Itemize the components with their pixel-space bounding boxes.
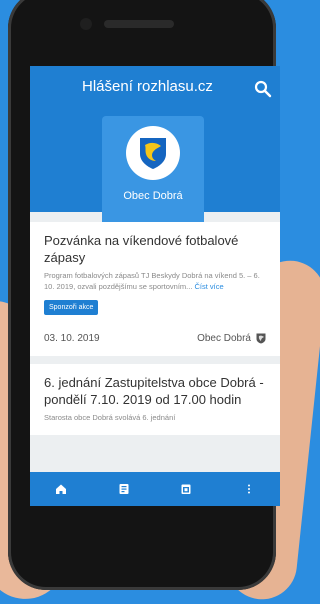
card-source: Obec Dobrá [197,333,266,344]
top-app-bar: Hlášení rozhlasu.cz [30,66,280,112]
list-icon[interactable] [117,482,131,496]
bottom-navigation [30,472,280,506]
app-title: Hlášení rozhlasu.cz [82,78,213,95]
card-title: Pozvánka na víkendové fotbalové zápasy [44,233,239,265]
front-camera [80,18,92,30]
calendar-icon[interactable] [179,482,193,496]
card-date: 03. 10. 2019 [44,333,100,344]
shield-icon [256,333,266,344]
card-excerpt-text: Starosta obce Dobrá svolává 6. jednání [44,413,176,422]
card-excerpt: Program fotbalových zápasů TJ Beskydy Do… [44,270,266,292]
municipality-logo-card[interactable]: Obec Dobrá [102,116,204,226]
municipality-hero: Obec Dobrá [30,112,280,226]
card-excerpt-text: Program fotbalových zápasů TJ Beskydy Do… [44,271,260,291]
card-meta: 03. 10. 2019 Obec Dobrá [44,333,266,344]
card-source-name: Obec Dobrá [197,333,251,344]
municipality-name: Obec Dobrá [123,190,183,202]
card-title: 6. jednání Zastupitelstva obce Dobrá - p… [44,375,264,407]
coat-of-arms [126,126,180,180]
sponsors-button[interactable]: Sponzoři akce [44,300,99,315]
earpiece-speaker [104,20,174,28]
app-screen: Hlášení rozhlasu.cz Obec Dobrá Pozvánka … [30,66,280,506]
more-vertical-icon[interactable] [242,482,256,496]
news-card[interactable]: Pozvánka na víkendové fotbalové zápasy P… [30,222,280,356]
shield-icon [140,138,166,169]
home-icon[interactable] [54,482,68,496]
search-icon[interactable] [254,80,272,98]
phone-frame: Hlášení rozhlasu.cz Obec Dobrá Pozvánka … [8,0,280,590]
news-card[interactable]: 6. jednání Zastupitelstva obce Dobrá - p… [30,364,280,435]
read-more-link[interactable]: Číst více [195,282,224,291]
